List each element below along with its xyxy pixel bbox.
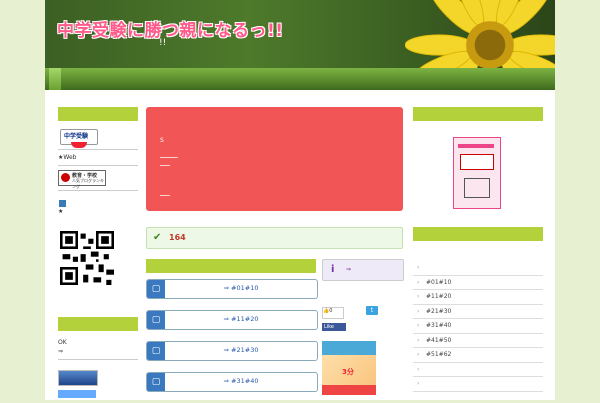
web-link[interactable]: ★Web [58,154,138,161]
featured-line [160,165,170,166]
ranking-logo-icon [61,173,70,182]
like-counter[interactable]: 👍0 [322,307,344,319]
featured-text: S [160,137,164,144]
list-item[interactable]: ▢ ⇒ #01#10 [146,279,318,299]
qr-code-icon[interactable] [60,231,114,285]
facebook-like-button[interactable]: Like [322,323,346,331]
left-sidebar: 中学受験 ★Web 教育・学校 人気ブログランキング ★ OK ⇒ [58,107,138,398]
divider [58,190,138,191]
success-notice: ✔ 164 [146,227,403,249]
archive-link[interactable]: #31#40 [413,319,543,334]
center-column: S ✔ 164 ▢ ⇒ #01#10 ▢ ⇒ #11#20 ▢ ⇒ #21#30 [146,107,404,395]
site-header: 中学受験に勝つ親になるっ!! !! [45,0,555,68]
star-mark: ★ [58,208,64,215]
list-item[interactable]: ▢ ⇒ #11#20 [146,310,318,330]
like-count: 0 [329,308,333,314]
info-icon: i [331,264,335,275]
archive-link[interactable]: #21#30 [413,305,543,319]
seo-banner[interactable] [58,370,98,386]
ad-banner-text: 3分 [342,368,354,376]
list-item[interactable]: ▢ ⇒ #21#30 [146,341,318,361]
featured-line [160,195,170,196]
book-figure [464,178,490,198]
list-item-label: ⇒ #11#20 [223,315,259,323]
divider [58,165,138,166]
info-arrow: ⇒ [346,266,352,273]
ad-banner-foot [322,385,376,395]
badge-decoration [71,142,87,148]
archive-link[interactable]: #01#10 [413,276,543,290]
nav-home-tab[interactable] [49,68,61,90]
seo-banner-2[interactable] [58,390,96,398]
archive-links: #01#10 #11#20 #21#30 #31#40 #41#50 #51#6… [413,261,543,392]
sidebar-heading-bar [413,107,543,121]
sunflower-image [405,0,555,68]
list-item-label: ⇒ #21#30 [223,346,259,354]
featured-line [160,157,178,158]
sidebar-heading-bar [58,107,138,121]
right-sidebar: #01#10 #11#20 #21#30 #31#40 #41#50 #51#6… [413,107,543,392]
info-box[interactable]: i ⇒ [322,259,404,281]
divider [58,359,138,360]
list-item[interactable]: ▢ ⇒ #31#40 [146,372,318,392]
ok-label: OK [58,339,67,346]
article-list: ▢ ⇒ #01#10 ▢ ⇒ #11#20 ▢ ⇒ #21#30 ▢ ⇒ #31… [146,279,318,403]
book-band [458,144,494,148]
divider [58,149,138,150]
sidebar-heading-bar-2 [58,317,138,331]
archive-link[interactable] [413,261,543,276]
book-icon: ▢ [147,373,165,391]
counter-icon[interactable] [58,199,67,208]
book-cover-image[interactable] [453,137,501,209]
list-item-label: ⇒ #31#40 [223,377,259,385]
book-icon: ▢ [147,311,165,329]
archive-link[interactable] [413,377,543,392]
nav-bar [45,68,555,90]
ad-banner-top [322,341,376,355]
section-heading-bar [146,259,316,273]
exam-badge[interactable]: 中学受験 [60,129,98,148]
main-content: 中学受験 ★Web 教育・学校 人気ブログランキング ★ OK ⇒ S ✔ 16… [45,90,555,400]
archive-link[interactable]: #51#62 [413,348,543,363]
sidebar-heading-bar-2 [413,227,543,241]
visitor-count: 164 [169,233,186,242]
arrow-link[interactable]: ⇒ [58,348,63,355]
book-icon: ▢ [147,342,165,360]
ranking-banner[interactable]: 教育・学校 人気ブログランキング [58,170,106,189]
archive-link[interactable]: #11#20 [413,290,543,305]
archive-link[interactable]: #41#50 [413,334,543,348]
site-title[interactable]: 中学受験に勝つ親になるっ!! [57,16,284,41]
featured-box: S [146,107,403,211]
exam-badge-label: 中学受験 [64,133,89,140]
ad-banner[interactable]: 3分 [322,341,376,395]
book-title-box [460,154,494,170]
site-subtitle: !! [159,38,167,48]
twitter-icon[interactable]: t [366,306,378,315]
archive-link[interactable] [413,363,543,377]
book-icon: ▢ [147,280,165,298]
check-icon: ✔ [153,232,162,243]
ranking-subtitle: 人気ブログランキング [72,178,104,189]
list-item-label: ⇒ #01#10 [223,284,259,292]
